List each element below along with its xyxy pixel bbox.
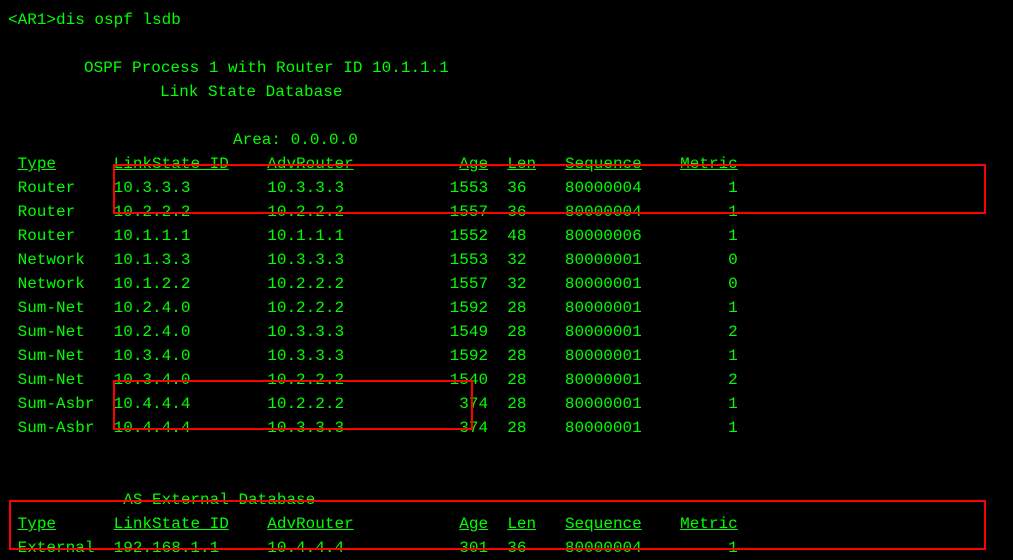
external-row: External 192.168.1.1 10.4.4.4 301 36 800… [8, 536, 1005, 560]
col-advrouter: AdvRouter [267, 155, 353, 173]
lsdb-table-body: Router 10.3.3.3 10.3.3.3 1553 36 8000000… [8, 176, 1005, 440]
lsdb-row: Sum-Asbr 10.4.4.4 10.2.2.2 374 28 800000… [8, 392, 1005, 416]
col-linkstate-id: LinkState ID [114, 155, 229, 173]
command-prompt-line: <AR1>dis ospf lsdb [8, 8, 1005, 32]
lsdb-row: Sum-Net 10.2.4.0 10.3.3.3 1549 28 800000… [8, 320, 1005, 344]
lsdb-row: Sum-Net 10.2.4.0 10.2.2.2 1592 28 800000… [8, 296, 1005, 320]
lsdb-row: Network 10.1.2.2 10.2.2.2 1557 32 800000… [8, 272, 1005, 296]
blank-line [8, 464, 1005, 488]
area-label: Area: 0.0.0.0 [8, 128, 1005, 152]
col-len: Len [507, 515, 536, 533]
col-metric: Metric [680, 155, 738, 173]
external-column-headers: Type LinkState ID AdvRouter Age Len Sequ… [8, 512, 1005, 536]
col-advrouter: AdvRouter [267, 515, 353, 533]
command: dis ospf lsdb [56, 11, 181, 29]
external-db-header: AS External Database [8, 488, 1005, 512]
lsdb-row: Sum-Net 10.3.4.0 10.2.2.2 1540 28 800000… [8, 368, 1005, 392]
col-metric: Metric [680, 515, 738, 533]
col-type: Type [18, 515, 56, 533]
lsdb-row: Router 10.1.1.1 10.1.1.1 1552 48 8000000… [8, 224, 1005, 248]
col-age: Age [459, 515, 488, 533]
col-type: Type [18, 155, 56, 173]
col-sequence: Sequence [565, 515, 642, 533]
lsdb-row: Router 10.2.2.2 10.2.2.2 1557 36 8000000… [8, 200, 1005, 224]
col-len: Len [507, 155, 536, 173]
ospf-process-header: OSPF Process 1 with Router ID 10.1.1.1 [8, 56, 1005, 80]
lsdb-header: Link State Database [8, 80, 1005, 104]
lsdb-row: Router 10.3.3.3 10.3.3.3 1553 36 8000000… [8, 176, 1005, 200]
lsdb-column-headers: Type LinkState ID AdvRouter Age Len Sequ… [8, 152, 1005, 176]
lsdb-row: Network 10.1.3.3 10.3.3.3 1553 32 800000… [8, 248, 1005, 272]
lsdb-row: Sum-Net 10.3.4.0 10.3.3.3 1592 28 800000… [8, 344, 1005, 368]
col-linkstate-id: LinkState ID [114, 515, 229, 533]
blank-line [8, 440, 1005, 464]
external-table-body: External 192.168.1.1 10.4.4.4 301 36 800… [8, 536, 1005, 560]
lsdb-row: Sum-Asbr 10.4.4.4 10.3.3.3 374 28 800000… [8, 416, 1005, 440]
col-sequence: Sequence [565, 155, 642, 173]
col-age: Age [459, 155, 488, 173]
blank-line [8, 104, 1005, 128]
prompt: <AR1> [8, 11, 56, 29]
